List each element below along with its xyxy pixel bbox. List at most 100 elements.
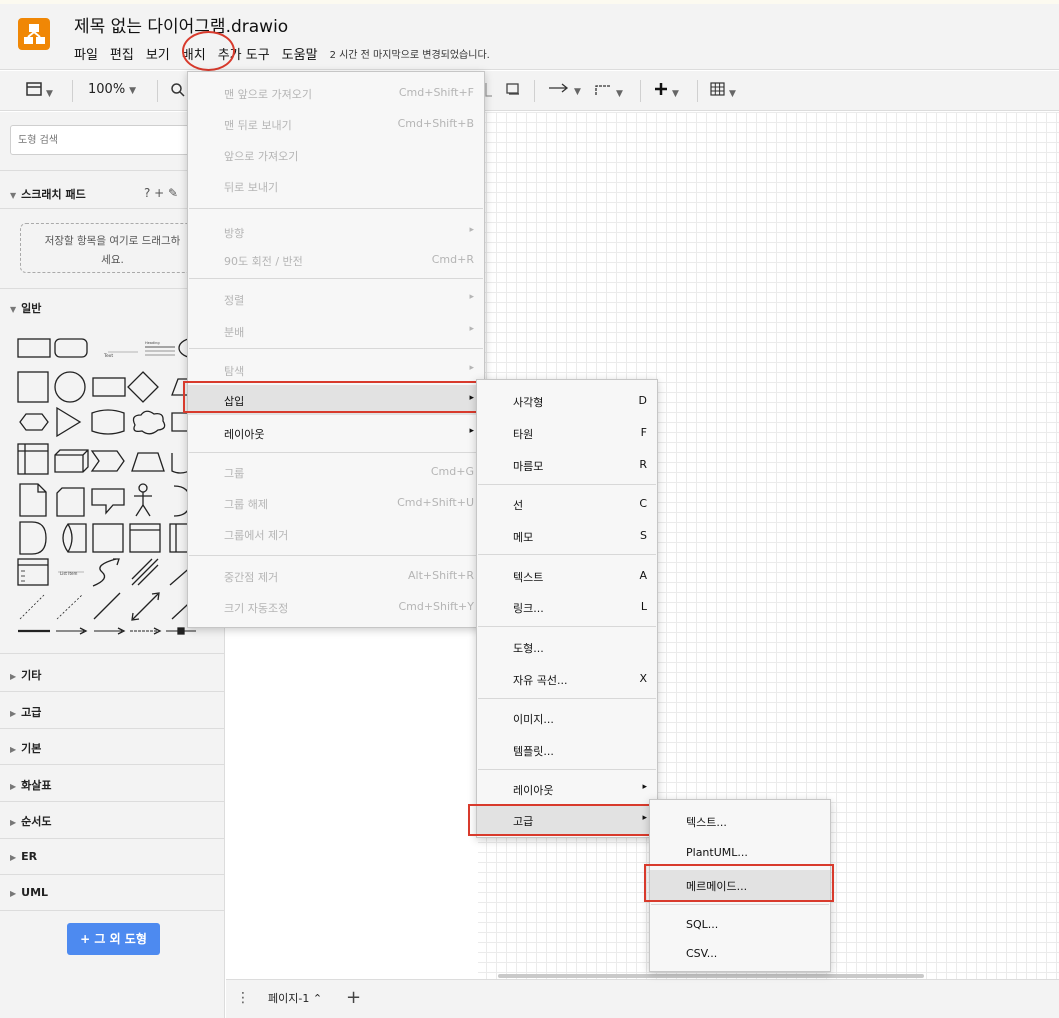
shadow-icon[interactable] bbox=[505, 82, 521, 100]
scratchpad-drop-zone[interactable]: 저장할 항목을 여기로 드래그하 세요. bbox=[20, 223, 205, 273]
menu-item-group[interactable]: 그룹 Cmd+G bbox=[188, 457, 484, 487]
divider bbox=[0, 764, 224, 765]
advanced-sql[interactable]: SQL... bbox=[650, 910, 830, 940]
menu-separator bbox=[189, 555, 483, 556]
section-advanced[interactable]: ▶ 고급 bbox=[10, 704, 41, 720]
insert-submenu: 사각형 D 타원 F 마름모 R 선C 메모 S 텍스트 A 링크... L 도형... 자… bbox=[476, 379, 658, 838]
canvas-area[interactable] bbox=[226, 628, 478, 979]
menu-item-ungroup[interactable]: 그룹 해제 Cmd+Shift+U bbox=[188, 488, 484, 518]
insert-plus-icon[interactable]: ▼ bbox=[654, 82, 679, 100]
menu-view[interactable]: 보기 bbox=[146, 44, 170, 63]
last-modified-status[interactable]: 2 시간 전 마지막으로 변경되었습니다. bbox=[330, 46, 490, 61]
insert-text[interactable]: 텍스트 A bbox=[477, 561, 657, 591]
table-icon[interactable]: ▼ bbox=[710, 82, 736, 100]
menu-item-remove-from-group[interactable]: 그룹에서 제거 bbox=[188, 519, 484, 549]
insert-note[interactable]: 메모 S bbox=[477, 521, 657, 551]
page-view-icon[interactable]: ▼ bbox=[26, 82, 53, 100]
scratchpad-hint-line2: 세요. bbox=[101, 254, 124, 266]
divider bbox=[0, 874, 224, 875]
section-misc[interactable]: ▶ 기타 bbox=[10, 667, 41, 683]
general-section-header[interactable]: ▼ 일반 bbox=[10, 300, 41, 316]
toolbar-separator bbox=[157, 80, 158, 102]
toolbar-separator bbox=[72, 80, 73, 102]
section-flowchart[interactable]: ▶ 순서도 bbox=[10, 813, 52, 829]
menu-item-bring-to-front[interactable]: 맨 앞으로 가져오기 Cmd+Shift+F bbox=[188, 78, 484, 108]
section-basic[interactable]: ▶ 기본 bbox=[10, 740, 41, 756]
menu-edit[interactable]: 편집 bbox=[110, 44, 134, 63]
shape-list-label: List Item bbox=[60, 571, 77, 576]
scratchpad-tools[interactable]: ? + ✎ bbox=[144, 186, 178, 200]
menu-item-direction[interactable]: 방향 ▸ bbox=[188, 217, 484, 247]
menu-separator bbox=[189, 208, 483, 209]
shape-search-input[interactable] bbox=[10, 125, 210, 155]
menu-file[interactable]: 파일 bbox=[74, 44, 98, 63]
scratchpad-title: 스크래치 패드 bbox=[21, 188, 86, 201]
menu-item-send-backward[interactable]: 뒤로 보내기 bbox=[188, 171, 484, 201]
insert-template[interactable]: 템플릿... bbox=[477, 735, 657, 765]
toolbar-separator bbox=[697, 80, 698, 102]
shape-heading-label: Heading bbox=[145, 341, 160, 345]
section-misc-label: 기타 bbox=[21, 669, 42, 682]
menu-item-clear-waypoints[interactable]: 중간점 제거 Alt+Shift+R bbox=[188, 561, 484, 591]
menu-item-rotate-flip[interactable]: 90도 회전 / 반전 Cmd+R bbox=[188, 245, 484, 275]
insert-link[interactable]: 링크... L bbox=[477, 592, 657, 622]
zoom-dropdown[interactable]: 100% ▼ bbox=[88, 82, 136, 97]
insert-layout[interactable]: 레이아웃 ▸ bbox=[477, 774, 657, 804]
section-uml[interactable]: ▶ UML bbox=[10, 886, 48, 899]
section-arrows[interactable]: ▶ 화살표 bbox=[10, 777, 52, 793]
waypoint-icon[interactable] bbox=[485, 82, 493, 102]
insert-line[interactable]: 선C bbox=[477, 489, 657, 519]
toolbar-separator bbox=[534, 80, 535, 102]
page-tab[interactable]: 페이지-1 ⌃ bbox=[258, 980, 333, 1018]
insert-rhombus[interactable]: 마름모 R bbox=[477, 450, 657, 480]
pages-menu-icon[interactable]: ⋮ bbox=[236, 990, 250, 1006]
scratchpad-header[interactable]: ▼ 스크래치 패드 bbox=[10, 186, 86, 202]
menu-help[interactable]: 도움말 bbox=[282, 44, 318, 63]
waypoint-style-icon[interactable]: ▼ bbox=[594, 82, 623, 100]
advanced-text[interactable]: 텍스트... bbox=[650, 806, 830, 836]
menu-item-distribute[interactable]: 분배 ▸ bbox=[188, 316, 484, 346]
insert-freehand[interactable]: 자유 곡선... X bbox=[477, 664, 657, 694]
connection-arrow-icon[interactable]: ▼ bbox=[548, 82, 581, 98]
menu-item-send-to-back[interactable]: 맨 뒤로 보내기 Cmd+Shift+B bbox=[188, 109, 484, 139]
insert-image[interactable]: 이미지... bbox=[477, 703, 657, 733]
divider bbox=[0, 728, 224, 729]
zoom-level: 100% bbox=[88, 82, 126, 97]
menu-separator bbox=[189, 348, 483, 349]
toolbar: ▼ 100% ▼ ▼ ▼ ▼ ▼ bbox=[0, 71, 1059, 111]
insert-highlight-box bbox=[183, 381, 478, 413]
drawio-logo-icon bbox=[18, 18, 50, 50]
add-page-icon[interactable]: + bbox=[346, 987, 361, 1008]
menu-separator bbox=[189, 452, 483, 453]
scratchpad-hint-line1: 저장할 항목을 여기로 드래그하 bbox=[44, 235, 181, 247]
advanced-csv[interactable]: CSV... bbox=[650, 939, 830, 969]
menu-separator bbox=[478, 698, 656, 699]
menu-item-align[interactable]: 정렬 ▸ bbox=[188, 284, 484, 314]
title-bar: 제목 없는 다이어그램.drawio 파일 편집 보기 배치 추가 도구 도움말… bbox=[0, 0, 1059, 71]
advanced-highlight-box bbox=[468, 804, 658, 836]
mermaid-highlight-box bbox=[644, 864, 834, 902]
menu-separator bbox=[478, 554, 656, 555]
divider bbox=[0, 838, 224, 839]
general-section-title: 일반 bbox=[21, 302, 42, 315]
document-title[interactable]: 제목 없는 다이어그램.drawio bbox=[74, 12, 288, 37]
toolbar-separator bbox=[640, 80, 641, 102]
menu-separator bbox=[189, 278, 483, 279]
insert-shape[interactable]: 도형... bbox=[477, 632, 657, 662]
horizontal-scrollbar[interactable] bbox=[498, 974, 924, 978]
menu-separator bbox=[478, 626, 656, 627]
insert-rectangle[interactable]: 사각형 D bbox=[477, 386, 657, 416]
zoom-in-icon[interactable] bbox=[170, 82, 186, 102]
menu-item-layout[interactable]: 레이아웃 ▸ bbox=[188, 418, 484, 448]
section-uml-label: UML bbox=[21, 886, 49, 899]
insert-ellipse[interactable]: 타원 F bbox=[477, 418, 657, 448]
shape-text-label: Text bbox=[103, 353, 113, 359]
more-shapes-button[interactable]: + 그 외 도형 bbox=[67, 923, 160, 955]
divider bbox=[0, 691, 224, 692]
section-er[interactable]: ▶ ER bbox=[10, 850, 37, 863]
window-top-strip bbox=[0, 0, 1059, 4]
divider bbox=[0, 910, 224, 911]
menu-item-bring-forward[interactable]: 앞으로 가져오기 bbox=[188, 140, 484, 170]
menu-separator bbox=[478, 484, 656, 485]
menu-item-autosize[interactable]: 크기 자동조정 Cmd+Shift+Y bbox=[188, 592, 484, 622]
